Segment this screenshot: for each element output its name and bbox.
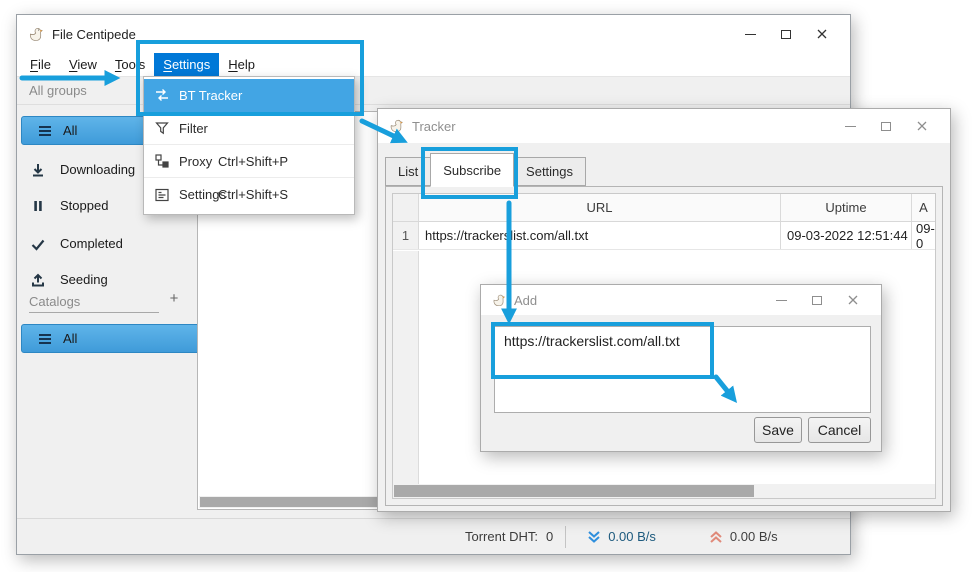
minimize-icon[interactable] [763, 288, 799, 312]
status-bar: Torrent DHT: 0 0.00 B/s 0.00 B/s [17, 518, 850, 554]
sidebar-item-completed[interactable]: Completed [21, 229, 201, 258]
menu-file[interactable]: File [21, 53, 60, 76]
main-window-title: File Centipede [52, 27, 136, 42]
download-icon [30, 162, 46, 178]
menu-item-filter[interactable]: Filter [144, 112, 354, 145]
row-number-gutter [393, 251, 419, 498]
download-speed: 0.00 B/s [608, 529, 656, 544]
proxy-shortcut: Ctrl+Shift+P [218, 154, 288, 169]
pause-icon [30, 198, 46, 214]
row-number-cell[interactable]: 1 [393, 222, 419, 249]
tab-settings[interactable]: Settings [513, 157, 586, 186]
clipped-cell[interactable]: 09-0 [912, 222, 935, 249]
add-titlebar: Add [481, 285, 881, 315]
table-hscrollbar-thumb[interactable] [394, 485, 754, 497]
add-catalog-button[interactable]: + [165, 289, 183, 309]
add-window-title: Add [514, 293, 537, 308]
url-cell[interactable]: https://trackerslist.com/all.txt [419, 222, 781, 249]
annotation-box-settings-menu [136, 40, 364, 116]
close-icon[interactable] [904, 114, 940, 138]
app-duck-icon [491, 293, 506, 308]
dht-label: Torrent DHT: [465, 529, 538, 544]
maximize-icon[interactable] [768, 22, 804, 46]
proxy-icon [154, 153, 170, 169]
menu-lines-icon [37, 331, 53, 347]
filter-icon [154, 120, 170, 136]
upload-icon [30, 272, 46, 288]
settings-shortcut: Ctrl+Shift+S [218, 187, 288, 202]
corner-header-cell[interactable] [393, 194, 419, 221]
status-separator [565, 526, 566, 548]
table-row[interactable]: 1 https://trackerslist.com/all.txt 09-03… [393, 222, 935, 250]
tracker-window-title: Tracker [412, 119, 456, 134]
catalogs-label: Catalogs [29, 294, 80, 309]
uptime-column-header[interactable]: Uptime [781, 194, 912, 221]
menu-view[interactable]: View [60, 53, 106, 76]
app-duck-icon [388, 118, 404, 134]
check-icon [30, 236, 46, 252]
close-icon[interactable] [835, 288, 871, 312]
minimize-icon[interactable] [832, 114, 868, 138]
minimize-icon[interactable] [732, 22, 768, 46]
double-chevron-up-icon [708, 529, 724, 545]
table-hscrollbar[interactable] [393, 484, 935, 498]
catalogs-divider [29, 312, 159, 313]
uptime-cell[interactable]: 09-03-2022 12:51:44 [781, 222, 912, 249]
close-icon[interactable] [804, 22, 840, 46]
app-duck-icon [27, 26, 44, 43]
maximize-icon[interactable] [799, 288, 835, 312]
menu-item-proxy[interactable]: Proxy Ctrl+Shift+P [144, 145, 354, 178]
save-button[interactable]: Save [754, 417, 802, 443]
clipped-column-header[interactable]: A [912, 194, 935, 221]
settings-form-icon [154, 187, 170, 203]
tracker-titlebar: Tracker [378, 109, 950, 143]
maximize-icon[interactable] [868, 114, 904, 138]
annotation-box-url-input [491, 322, 714, 379]
menu-lines-icon [37, 123, 53, 139]
cancel-button[interactable]: Cancel [808, 417, 871, 443]
upload-speed: 0.00 B/s [730, 529, 778, 544]
sidebar-catalog-all[interactable]: All [21, 324, 201, 353]
dht-value: 0 [546, 529, 553, 544]
double-chevron-down-icon [586, 529, 602, 545]
annotation-box-subscribe-tab [421, 147, 518, 199]
menu-item-settings[interactable]: Settings Ctrl+Shift+S [144, 178, 354, 211]
